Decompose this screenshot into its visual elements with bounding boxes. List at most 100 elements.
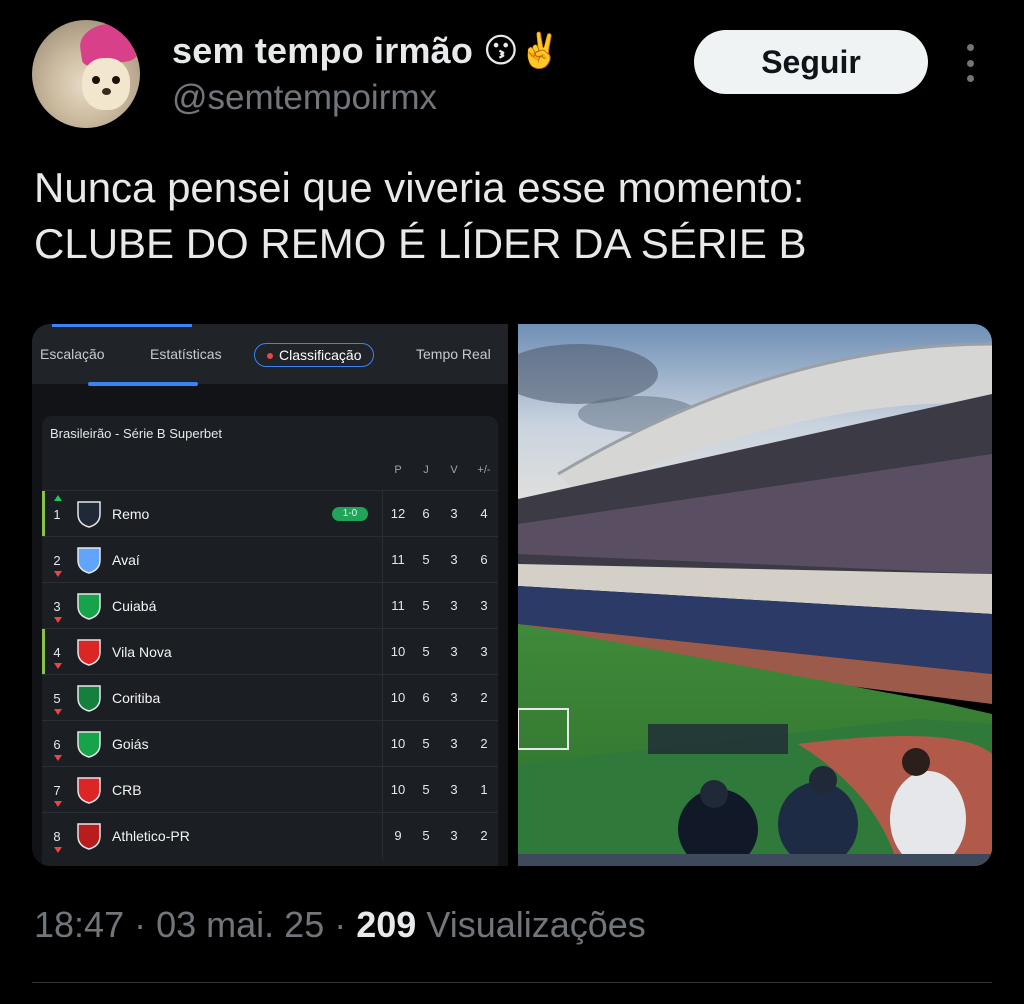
row-position: 8 <box>53 829 61 844</box>
column-separator <box>382 583 383 629</box>
column-separator <box>382 813 383 859</box>
team-name: CRB <box>112 782 142 798</box>
tweet-line-1: Nunca pensei que viveria esse momento: <box>34 164 805 211</box>
views-count: 209 <box>356 904 417 945</box>
position-bar <box>42 629 45 675</box>
trend-down-icon <box>54 617 62 623</box>
stat-diff: 2 <box>480 690 488 705</box>
media-image-stadium[interactable] <box>518 324 992 866</box>
tab-classificacao-label: Classificação <box>279 347 362 363</box>
row-position: 7 <box>53 783 61 798</box>
trend-down-icon <box>54 663 62 669</box>
stat-p: 10 <box>390 690 406 705</box>
team-crest-icon <box>77 593 101 620</box>
tweet-time[interactable]: 18:47 <box>34 904 124 945</box>
trend-down-icon <box>54 709 62 715</box>
team-name: Vila Nova <box>112 644 172 660</box>
col-header-j: J <box>423 464 429 476</box>
column-separator <box>382 629 383 675</box>
team-name: Cuiabá <box>112 598 157 614</box>
stat-j: 5 <box>422 782 430 797</box>
col-header-diff: +/- <box>477 464 491 476</box>
column-separator <box>382 767 383 813</box>
dog-nose <box>102 88 111 95</box>
col-header-p: P <box>394 464 402 476</box>
stat-diff: 3 <box>480 598 488 613</box>
stat-p: 11 <box>391 552 405 567</box>
stat-j: 5 <box>422 736 430 751</box>
team-crest-icon <box>77 547 101 574</box>
tab-classificacao: Classificação <box>254 343 375 367</box>
row-position: 2 <box>53 553 61 568</box>
tweet-meta: 18:47 · 03 mai. 25 · 209 Visualizações <box>34 904 646 946</box>
stat-diff: 2 <box>480 736 488 751</box>
stat-v: 3 <box>450 690 458 705</box>
column-separator <box>382 721 383 767</box>
stat-j: 5 <box>422 552 430 567</box>
stat-diff: 2 <box>480 828 488 843</box>
standings-table: Brasileirão - Série B Superbet P J V +/-… <box>42 416 498 866</box>
column-separator <box>382 491 383 537</box>
display-name[interactable]: sem tempo irmão <box>172 30 473 72</box>
stat-v: 3 <box>450 552 458 567</box>
table-row: 1 Remo 1-0 12 6 3 4 <box>42 490 498 537</box>
table-row: 8 Athletico-PR 9 5 3 2 <box>42 812 498 859</box>
tweet-line-2: CLUBE DO REMO É LÍDER DA SÉRIE B <box>34 220 807 267</box>
team-crest-icon <box>77 777 101 804</box>
meta-separator: · <box>134 904 157 945</box>
team-name: Coritiba <box>112 690 161 706</box>
row-position: 4 <box>53 645 61 660</box>
column-separator <box>382 537 383 583</box>
author-handle[interactable]: @semtempoirmx <box>172 78 437 118</box>
table-row: 2 Avaí 11 5 3 6 <box>42 536 498 583</box>
live-score-badge: 1-0 <box>332 507 368 521</box>
app-tabs: Escalação Estatísticas Classificação Tem… <box>32 324 508 386</box>
stat-p: 10 <box>390 782 406 797</box>
stat-j: 5 <box>422 598 430 613</box>
team-crest-icon <box>77 639 101 666</box>
league-title: Brasileirão - Série B Superbet <box>50 426 222 441</box>
dog-eye-right <box>112 76 120 84</box>
stadium-photo <box>518 324 992 866</box>
avatar[interactable] <box>32 20 140 128</box>
author-name-row[interactable]: sem tempo irmão 😗✌️ <box>172 30 561 72</box>
tab-indicator <box>52 324 192 327</box>
team-crest-icon <box>77 501 101 528</box>
stat-diff: 1 <box>480 782 488 797</box>
team-crest-icon <box>77 731 101 758</box>
col-header-v: V <box>450 464 458 476</box>
tab-tempo-real: Tempo Real <box>416 346 491 362</box>
table-row: 6 Goiás 10 5 3 2 <box>42 720 498 767</box>
stat-v: 3 <box>450 506 458 521</box>
tab-escalacao: Escalação <box>40 346 105 362</box>
trend-down-icon <box>54 847 62 853</box>
stat-diff: 4 <box>480 506 488 521</box>
row-position: 3 <box>53 599 61 614</box>
divider <box>32 982 992 983</box>
tweet-date[interactable]: 03 mai. 25 <box>156 904 324 945</box>
table-row: 7 CRB 10 5 3 1 <box>42 766 498 813</box>
trend-down-icon <box>54 571 62 577</box>
team-name: Remo <box>112 506 150 522</box>
media-image-standings[interactable]: Escalação Estatísticas Classificação Tem… <box>32 324 508 866</box>
row-position: 5 <box>53 691 61 706</box>
meta-separator: · <box>334 904 357 945</box>
stat-j: 6 <box>422 506 430 521</box>
stat-v: 3 <box>450 736 458 751</box>
position-bar <box>42 491 45 537</box>
tab-underline <box>88 382 198 386</box>
team-name: Athletico-PR <box>112 828 190 844</box>
row-position: 1 <box>53 507 61 522</box>
team-crest-icon <box>77 823 101 850</box>
tab-estatisticas: Estatísticas <box>150 346 222 362</box>
stat-j: 5 <box>422 644 430 659</box>
live-dot-icon <box>267 353 273 360</box>
team-name: Avaí <box>112 552 140 568</box>
stat-v: 3 <box>450 644 458 659</box>
stat-p: 9 <box>394 828 402 843</box>
more-options-icon[interactable] <box>958 40 982 86</box>
tweet-text: Nunca pensei que viveria esse momento: C… <box>34 160 994 272</box>
follow-button[interactable]: Seguir <box>694 30 928 94</box>
stat-diff: 6 <box>480 552 488 567</box>
stat-j: 6 <box>422 690 430 705</box>
